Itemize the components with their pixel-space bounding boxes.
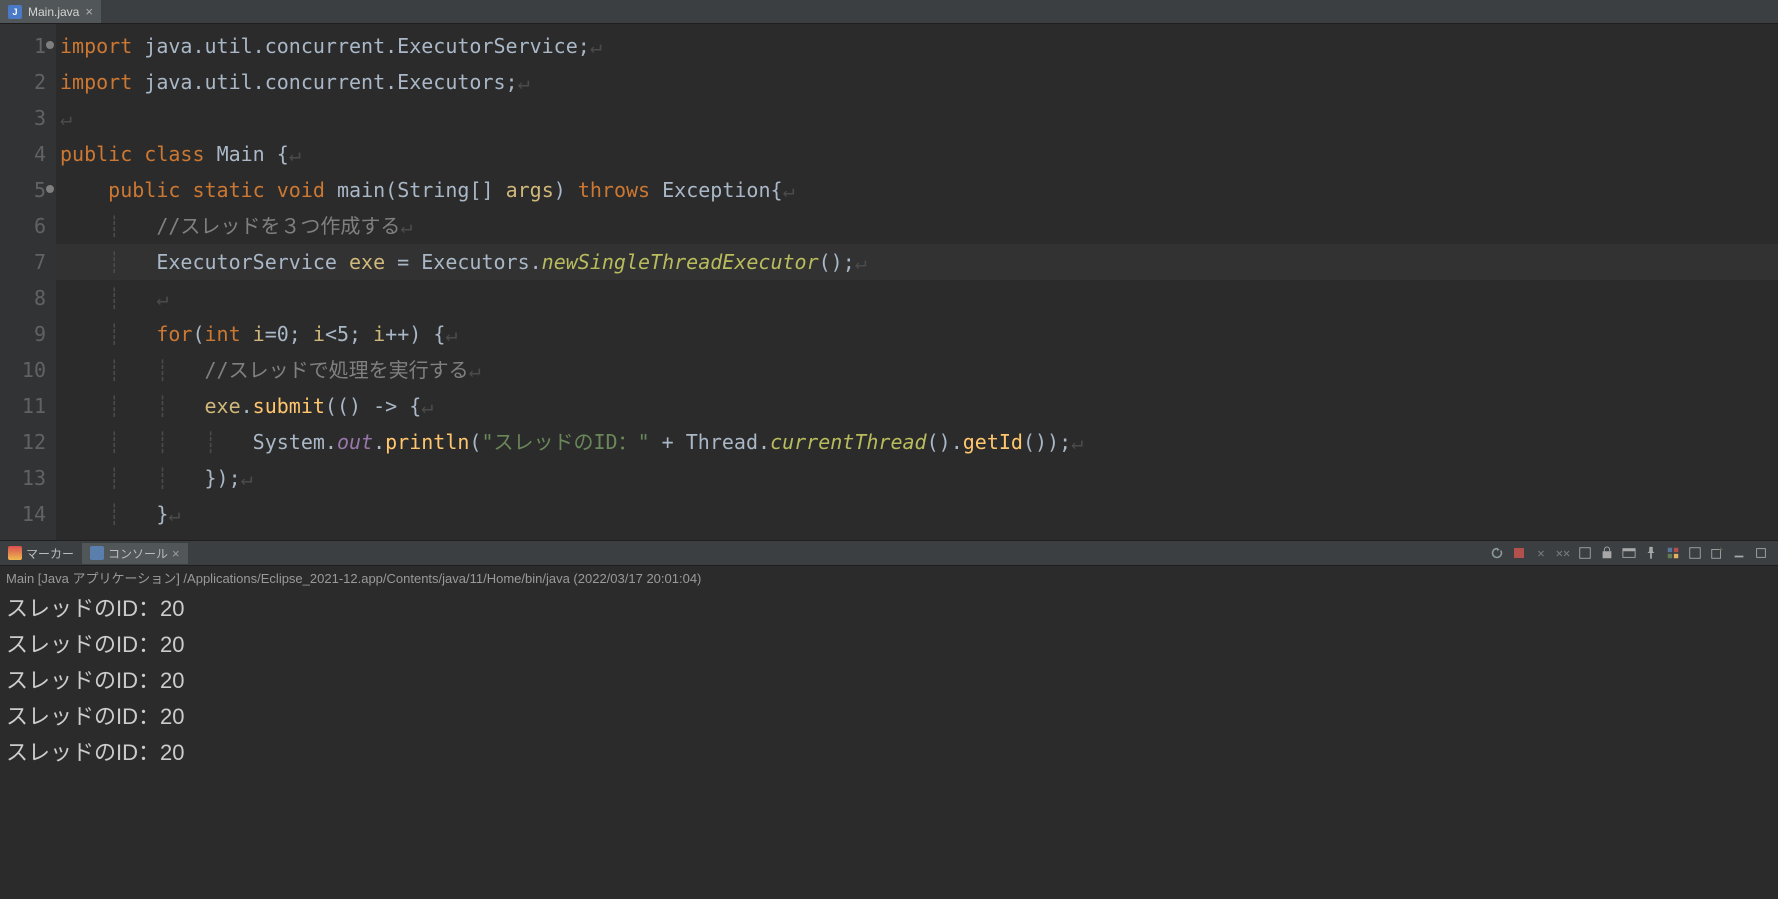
- code-line[interactable]: ┊ ┊ });↵: [56, 460, 1778, 496]
- editor-tabs: J Main.java ×: [0, 0, 1778, 24]
- minimize-icon[interactable]: [1730, 544, 1748, 562]
- line-number: 6: [0, 208, 56, 244]
- code-line[interactable]: ┊ ┊ exe.submit(() -> {↵: [56, 388, 1778, 424]
- pin-console-icon[interactable]: [1642, 544, 1660, 562]
- open-console-icon[interactable]: [1686, 544, 1704, 562]
- line-number: 2: [0, 64, 56, 100]
- console-line: スレッドのID：20: [6, 663, 1772, 699]
- code-line[interactable]: public static void main(String[] args) t…: [56, 172, 1778, 208]
- java-file-icon: J: [8, 5, 22, 19]
- line-number: 11: [0, 388, 56, 424]
- line-number: 3: [0, 100, 56, 136]
- new-console-icon[interactable]: +: [1708, 544, 1726, 562]
- line-number: 14: [0, 496, 56, 532]
- code-editor[interactable]: 1234567891011121314 import java.util.con…: [0, 24, 1778, 540]
- marker-tab-label: マーカー: [26, 545, 74, 562]
- line-number: 9: [0, 316, 56, 352]
- scroll-lock-icon[interactable]: [1598, 544, 1616, 562]
- console-output[interactable]: スレッドのID：20スレッドのID：20スレッドのID：20スレッドのID：20…: [0, 589, 1778, 773]
- line-number: 13: [0, 460, 56, 496]
- remove-launch-icon[interactable]: ✕: [1532, 544, 1550, 562]
- line-number-gutter: 1234567891011121314: [0, 24, 56, 540]
- line-number: 4: [0, 136, 56, 172]
- code-line[interactable]: ┊ for(int i=0; i<5; i++) {↵: [56, 316, 1778, 352]
- code-line[interactable]: import java.util.concurrent.ExecutorServ…: [56, 28, 1778, 64]
- code-line[interactable]: import java.util.concurrent.Executors;↵: [56, 64, 1778, 100]
- code-line[interactable]: ┊ }↵: [56, 496, 1778, 532]
- show-console-icon[interactable]: [1620, 544, 1638, 562]
- console-icon: [90, 546, 104, 560]
- console-line: スレッドのID：20: [6, 627, 1772, 663]
- sync-icon[interactable]: [1488, 544, 1506, 562]
- close-icon[interactable]: ×: [85, 4, 93, 19]
- terminate-icon[interactable]: [1510, 544, 1528, 562]
- console-line: スレッドのID：20: [6, 699, 1772, 735]
- editor-tab-label: Main.java: [28, 5, 79, 19]
- line-number: 8: [0, 280, 56, 316]
- line-number: 1: [0, 28, 56, 64]
- display-selected-icon[interactable]: [1664, 544, 1682, 562]
- code-line[interactable]: public class Main {↵: [56, 136, 1778, 172]
- console-line: スレッドのID：20: [6, 591, 1772, 627]
- code-line[interactable]: ┊ //スレッドを３つ作成する↵: [56, 208, 1778, 244]
- line-number: 7: [0, 244, 56, 280]
- bottom-panel-tabs: マーカー コンソール × ✕ ✕✕ +: [0, 540, 1778, 566]
- code-line[interactable]: ↵: [56, 100, 1778, 136]
- code-content[interactable]: import java.util.concurrent.ExecutorServ…: [56, 24, 1778, 540]
- code-line[interactable]: ┊ ExecutorService exe = Executors.newSin…: [56, 244, 1778, 280]
- line-number: 12: [0, 424, 56, 460]
- close-icon[interactable]: ×: [172, 546, 180, 561]
- console-line: スレッドのID：20: [6, 735, 1772, 771]
- console-toolbar: ✕ ✕✕ +: [1488, 544, 1778, 562]
- console-tab[interactable]: コンソール ×: [82, 543, 188, 564]
- marker-icon: [8, 546, 22, 560]
- svg-text:+: +: [1719, 546, 1723, 553]
- console-launch-info: Main [Java アプリケーション] /Applications/Eclip…: [0, 566, 1778, 589]
- line-number: 10: [0, 352, 56, 388]
- code-line[interactable]: ┊ ↵: [56, 280, 1778, 316]
- remove-all-launches-icon[interactable]: ✕✕: [1554, 544, 1572, 562]
- clear-console-icon[interactable]: [1576, 544, 1594, 562]
- marker-tab[interactable]: マーカー: [0, 543, 82, 564]
- editor-tab-main[interactable]: J Main.java ×: [0, 0, 101, 23]
- code-line[interactable]: ┊ ┊ //スレッドで処理を実行する↵: [56, 352, 1778, 388]
- line-number: 5: [0, 172, 56, 208]
- code-line[interactable]: ┊ ┊ ┊ System.out.println("スレッドのID：" + Th…: [56, 424, 1778, 460]
- maximize-icon[interactable]: [1752, 544, 1770, 562]
- console-tab-label: コンソール: [108, 545, 168, 562]
